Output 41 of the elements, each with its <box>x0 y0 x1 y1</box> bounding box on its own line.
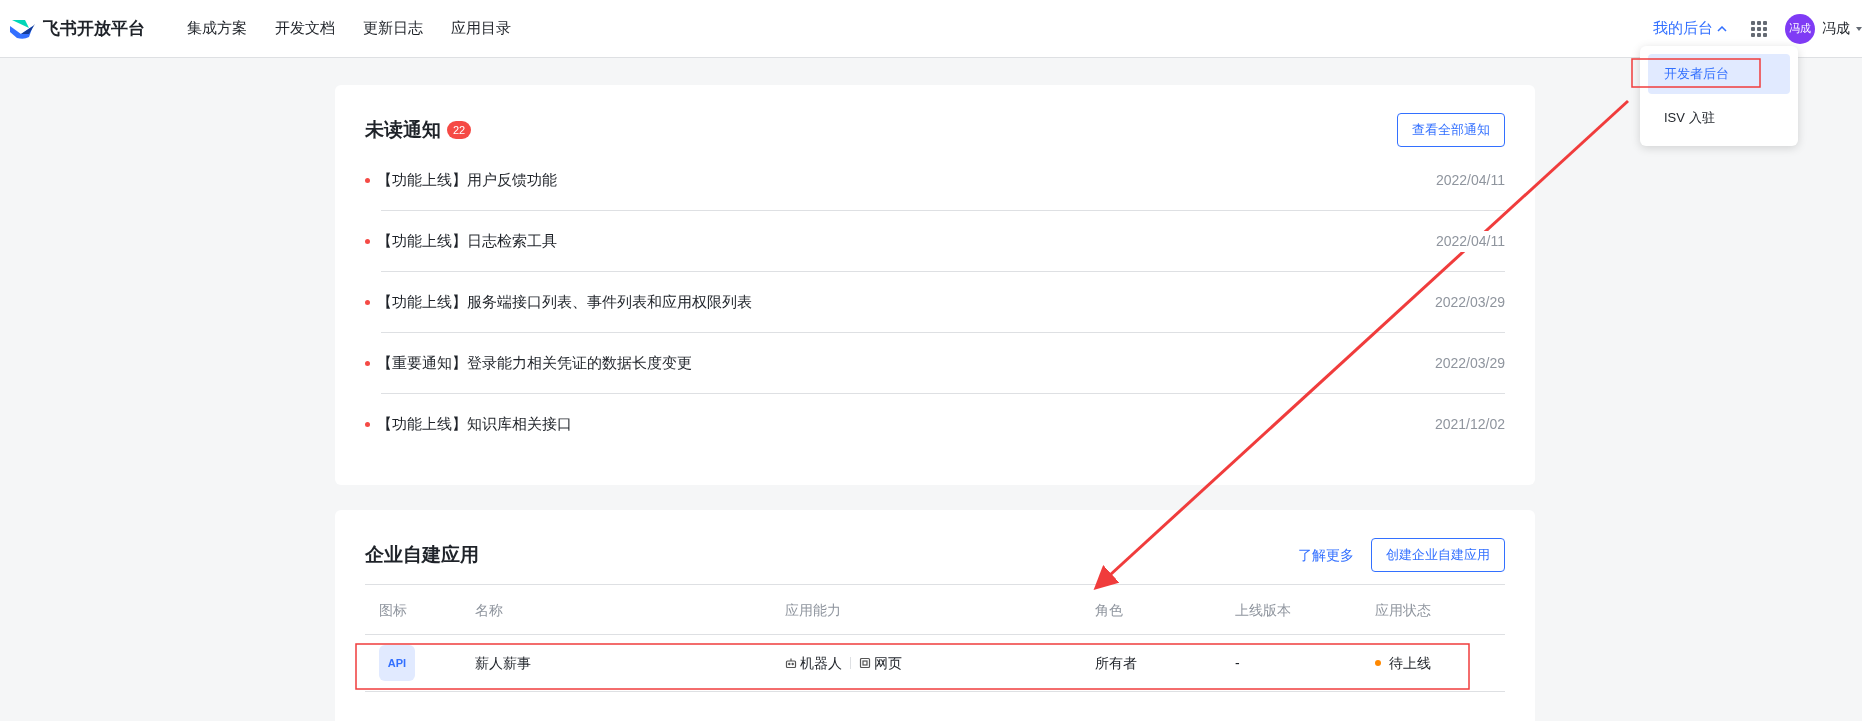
dropdown-item[interactable]: 开发者后台 <box>1648 54 1790 94</box>
nav-link[interactable]: 集成方案 <box>187 17 247 40</box>
unread-count-badge: 22 <box>447 121 472 139</box>
user-avatar[interactable]: 冯成 <box>1785 13 1815 44</box>
bird-logo-icon <box>9 17 35 40</box>
section-title: 企业自建应用 <box>365 542 479 567</box>
nav-link[interactable]: 开发文档 <box>275 17 335 40</box>
caret-icon <box>1856 25 1862 32</box>
nav-link[interactable]: 应用目录 <box>451 17 511 40</box>
app-name: 薪人薪事 <box>475 654 531 671</box>
status-text: 待上线 <box>1389 653 1431 673</box>
learn-more-link[interactable]: 了解更多 <box>1298 544 1354 566</box>
caret-icon <box>1717 25 1727 32</box>
column-header: 角色 <box>1095 601 1123 618</box>
notification-link[interactable]: 【功能上线】知识库相关接口 <box>377 413 572 436</box>
dropdown-item[interactable]: ISV 入驻 <box>1648 98 1790 138</box>
column-header: 上线版本 <box>1235 601 1291 618</box>
column-header: 图标 <box>379 601 407 618</box>
app-grid-icon[interactable] <box>1751 20 1767 37</box>
version-text: - <box>1235 654 1240 671</box>
web-page-icon <box>859 657 871 669</box>
notification-link[interactable]: 【功能上线】服务端接口列表、事件列表和应用权限列表 <box>377 290 752 314</box>
robot-icon <box>785 657 797 669</box>
notification-link[interactable]: 【重要通知】登录能力相关凭证的数据长度变更 <box>377 351 692 375</box>
column-header: 名称 <box>475 601 503 618</box>
brand-name: 飞书开放平台 <box>43 17 145 40</box>
nav-link[interactable]: 更新日志 <box>363 17 423 40</box>
notification-date: 2022/04/11 <box>1435 230 1505 252</box>
notification-link[interactable]: 【功能上线】用户反馈功能 <box>377 168 557 192</box>
column-header: 应用状态 <box>1375 601 1431 618</box>
column-header: 应用能力 <box>785 601 841 618</box>
ability-label: 机器人 <box>800 653 842 673</box>
user-name: 冯成 <box>1822 19 1850 38</box>
section-title: 未读通知 <box>365 117 441 142</box>
app-icon: API <box>379 645 415 681</box>
notification-link[interactable]: 【功能上线】日志检索工具 <box>377 229 557 253</box>
console-menu-button[interactable]: 我的后台 <box>1653 17 1727 40</box>
view-all-button[interactable]: 查看全部通知 <box>1397 113 1505 147</box>
role-text: 所有者 <box>1095 654 1137 671</box>
ability-label: 网页 <box>874 653 902 673</box>
create-app-button[interactable]: 创建企业自建应用 <box>1371 538 1505 572</box>
